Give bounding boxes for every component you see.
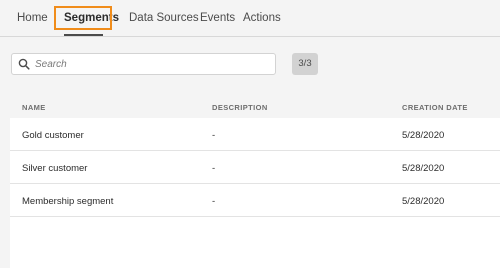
search-field[interactable] (11, 53, 276, 75)
count-badge: 3/3 (292, 53, 318, 75)
table-row[interactable]: Gold customer - 5/28/2020 (10, 118, 500, 151)
table-row[interactable]: Membership segment - 5/28/2020 (10, 184, 500, 217)
segment-description: - (212, 163, 216, 174)
tab-events[interactable]: Events (200, 12, 235, 24)
segment-creation-date: 5/28/2020 (402, 163, 445, 174)
segment-creation-date: 5/28/2020 (402, 196, 445, 207)
segment-creation-date: 5/28/2020 (402, 130, 445, 141)
table-header: NAME DESCRIPTION CREATION DATE (0, 96, 500, 118)
tab-home[interactable]: Home (17, 12, 48, 24)
table-row[interactable]: Silver customer - 5/28/2020 (10, 151, 500, 184)
segment-description: - (212, 130, 216, 141)
column-header-description[interactable]: DESCRIPTION (212, 103, 268, 112)
column-header-name[interactable]: NAME (22, 103, 46, 112)
search-input[interactable] (35, 56, 265, 72)
column-header-creation-date[interactable]: CREATION DATE (402, 103, 468, 112)
segment-name: Membership segment (22, 196, 114, 207)
segments-table: Gold customer - 5/28/2020 Silver custome… (10, 118, 500, 268)
top-nav: Home Segments Data Sources Events Action… (0, 0, 500, 37)
segment-description: - (212, 196, 216, 207)
tab-segments[interactable]: Segments (64, 12, 119, 24)
search-icon (18, 58, 30, 70)
segment-name: Silver customer (22, 163, 88, 174)
tab-actions[interactable]: Actions (243, 12, 281, 24)
segment-name: Gold customer (22, 130, 84, 141)
tab-data-sources[interactable]: Data Sources (129, 12, 199, 24)
active-tab-indicator (64, 34, 103, 36)
